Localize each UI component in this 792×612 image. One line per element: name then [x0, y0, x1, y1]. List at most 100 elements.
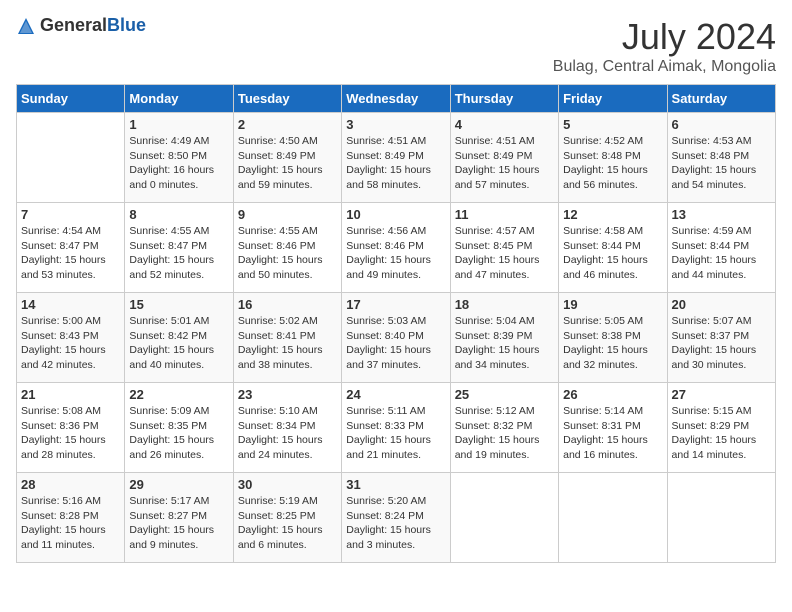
day-info: Sunrise: 5:00 AM Sunset: 8:43 PM Dayligh…	[21, 314, 120, 373]
day-cell: 24 Sunrise: 5:11 AM Sunset: 8:33 PM Dayli…	[342, 383, 450, 473]
day-number: 5	[563, 117, 662, 132]
day-info: Sunrise: 5:11 AM Sunset: 8:33 PM Dayligh…	[346, 404, 445, 463]
day-cell: 1 Sunrise: 4:49 AM Sunset: 8:50 PM Daylig…	[125, 113, 233, 203]
day-cell: 8 Sunrise: 4:55 AM Sunset: 8:47 PM Daylig…	[125, 203, 233, 293]
day-number: 16	[238, 297, 337, 312]
day-info: Sunrise: 4:58 AM Sunset: 8:44 PM Dayligh…	[563, 224, 662, 283]
calendar-table: SundayMondayTuesdayWednesdayThursdayFrid…	[16, 84, 776, 563]
day-info: Sunrise: 4:51 AM Sunset: 8:49 PM Dayligh…	[346, 134, 445, 193]
day-info: Sunrise: 4:59 AM Sunset: 8:44 PM Dayligh…	[672, 224, 771, 283]
day-number: 9	[238, 207, 337, 222]
day-cell: 2Sunrise: 4:50 AM Sunset: 8:49 PM Daylig…	[233, 113, 341, 203]
header-wednesday: Wednesday	[342, 85, 450, 113]
header-saturday: Saturday	[667, 85, 775, 113]
day-info: Sunrise: 5:12 AM Sunset: 8:32 PM Dayligh…	[455, 404, 554, 463]
day-number: 27	[672, 387, 771, 402]
day-number: 25	[455, 387, 554, 402]
day-info: Sunrise: 4:52 AM Sunset: 8:48 PM Dayligh…	[563, 134, 662, 193]
day-number: 21	[21, 387, 120, 402]
day-info: Sunrise: 4:55 AM Sunset: 8:46 PM Dayligh…	[238, 224, 337, 283]
day-cell: 23 Sunrise: 5:10 AM Sunset: 8:34 PM Dayli…	[233, 383, 341, 473]
day-info: Sunrise: 4:51 AM Sunset: 8:49 PM Dayligh…	[455, 134, 554, 193]
day-cell: 20Sunrise: 5:07 AM Sunset: 8:37 PM Dayli…	[667, 293, 775, 383]
day-info: Sunrise: 5:16 AM Sunset: 8:28 PM Dayligh…	[21, 494, 120, 553]
day-number: 11	[455, 207, 554, 222]
week-row-3: 14 Sunrise: 5:00 AM Sunset: 8:43 PM Dayli…	[17, 293, 776, 383]
day-info: Sunrise: 4:49 AM Sunset: 8:50 PM Dayligh…	[129, 134, 228, 193]
day-cell: 16 Sunrise: 5:02 AM Sunset: 8:41 PM Dayli…	[233, 293, 341, 383]
week-row-1: 1 Sunrise: 4:49 AM Sunset: 8:50 PM Daylig…	[17, 113, 776, 203]
day-cell: 28 Sunrise: 5:16 AM Sunset: 8:28 PM Dayli…	[17, 473, 125, 563]
day-number: 15	[129, 297, 228, 312]
day-cell: 18 Sunrise: 5:04 AM Sunset: 8:39 PM Dayli…	[450, 293, 558, 383]
day-number: 10	[346, 207, 445, 222]
day-number: 4	[455, 117, 554, 132]
day-number: 3	[346, 117, 445, 132]
header-sunday: Sunday	[17, 85, 125, 113]
day-number: 28	[21, 477, 120, 492]
header-monday: Monday	[125, 85, 233, 113]
day-info: Sunrise: 5:09 AM Sunset: 8:35 PM Dayligh…	[129, 404, 228, 463]
day-number: 30	[238, 477, 337, 492]
day-cell: 3 Sunrise: 4:51 AM Sunset: 8:49 PM Daylig…	[342, 113, 450, 203]
day-cell: 25 Sunrise: 5:12 AM Sunset: 8:32 PM Dayli…	[450, 383, 558, 473]
day-cell: 14 Sunrise: 5:00 AM Sunset: 8:43 PM Dayli…	[17, 293, 125, 383]
day-info: Sunrise: 4:57 AM Sunset: 8:45 PM Dayligh…	[455, 224, 554, 283]
day-number: 8	[129, 207, 228, 222]
day-cell: 4 Sunrise: 4:51 AM Sunset: 8:49 PM Daylig…	[450, 113, 558, 203]
day-cell	[450, 473, 558, 563]
day-info: Sunrise: 5:05 AM Sunset: 8:38 PM Dayligh…	[563, 314, 662, 373]
day-info: Sunrise: 4:56 AM Sunset: 8:46 PM Dayligh…	[346, 224, 445, 283]
day-number: 1	[129, 117, 228, 132]
day-number: 26	[563, 387, 662, 402]
day-cell	[559, 473, 667, 563]
day-number: 24	[346, 387, 445, 402]
day-info: Sunrise: 4:54 AM Sunset: 8:47 PM Dayligh…	[21, 224, 120, 283]
day-number: 19	[563, 297, 662, 312]
day-info: Sunrise: 5:10 AM Sunset: 8:34 PM Dayligh…	[238, 404, 337, 463]
day-info: Sunrise: 5:17 AM Sunset: 8:27 PM Dayligh…	[129, 494, 228, 553]
day-cell: 13 Sunrise: 4:59 AM Sunset: 8:44 PM Dayli…	[667, 203, 775, 293]
title-area: July 2024 Bulag, Central Aimak, Mongolia	[553, 16, 776, 76]
day-cell: 21 Sunrise: 5:08 AM Sunset: 8:36 PM Dayli…	[17, 383, 125, 473]
day-number: 14	[21, 297, 120, 312]
day-info: Sunrise: 5:04 AM Sunset: 8:39 PM Dayligh…	[455, 314, 554, 373]
day-info: Sunrise: 5:03 AM Sunset: 8:40 PM Dayligh…	[346, 314, 445, 373]
week-row-4: 21 Sunrise: 5:08 AM Sunset: 8:36 PM Dayli…	[17, 383, 776, 473]
day-info: Sunrise: 4:55 AM Sunset: 8:47 PM Dayligh…	[129, 224, 228, 283]
day-info: Sunrise: 4:53 AM Sunset: 8:48 PM Dayligh…	[672, 134, 771, 193]
day-number: 18	[455, 297, 554, 312]
header-thursday: Thursday	[450, 85, 558, 113]
day-number: 6	[672, 117, 771, 132]
day-cell: 30Sunrise: 5:19 AM Sunset: 8:25 PM Dayli…	[233, 473, 341, 563]
day-cell: 12 Sunrise: 4:58 AM Sunset: 8:44 PM Dayli…	[559, 203, 667, 293]
day-number: 29	[129, 477, 228, 492]
page-header: GeneralBlue July 2024 Bulag, Central Aim…	[16, 16, 776, 76]
logo-icon	[16, 16, 36, 36]
day-cell	[17, 113, 125, 203]
week-row-5: 28 Sunrise: 5:16 AM Sunset: 8:28 PM Dayli…	[17, 473, 776, 563]
logo-general: GeneralBlue	[40, 16, 146, 36]
day-cell: 15Sunrise: 5:01 AM Sunset: 8:42 PM Dayli…	[125, 293, 233, 383]
calendar-header-row: SundayMondayTuesdayWednesdayThursdayFrid…	[17, 85, 776, 113]
day-info: Sunrise: 5:14 AM Sunset: 8:31 PM Dayligh…	[563, 404, 662, 463]
header-tuesday: Tuesday	[233, 85, 341, 113]
day-number: 31	[346, 477, 445, 492]
day-number: 23	[238, 387, 337, 402]
day-cell: 26 Sunrise: 5:14 AM Sunset: 8:31 PM Dayli…	[559, 383, 667, 473]
day-cell: 7Sunrise: 4:54 AM Sunset: 8:47 PM Daylig…	[17, 203, 125, 293]
day-cell: 6 Sunrise: 4:53 AM Sunset: 8:48 PM Daylig…	[667, 113, 775, 203]
day-number: 12	[563, 207, 662, 222]
day-info: Sunrise: 5:20 AM Sunset: 8:24 PM Dayligh…	[346, 494, 445, 553]
day-cell: 9 Sunrise: 4:55 AM Sunset: 8:46 PM Daylig…	[233, 203, 341, 293]
day-number: 22	[129, 387, 228, 402]
day-info: Sunrise: 5:08 AM Sunset: 8:36 PM Dayligh…	[21, 404, 120, 463]
day-number: 20	[672, 297, 771, 312]
week-row-2: 7Sunrise: 4:54 AM Sunset: 8:47 PM Daylig…	[17, 203, 776, 293]
header-friday: Friday	[559, 85, 667, 113]
day-cell: 11 Sunrise: 4:57 AM Sunset: 8:45 PM Dayli…	[450, 203, 558, 293]
day-info: Sunrise: 4:50 AM Sunset: 8:49 PM Dayligh…	[238, 134, 337, 193]
day-number: 13	[672, 207, 771, 222]
day-cell: 5 Sunrise: 4:52 AM Sunset: 8:48 PM Daylig…	[559, 113, 667, 203]
day-info: Sunrise: 5:02 AM Sunset: 8:41 PM Dayligh…	[238, 314, 337, 373]
